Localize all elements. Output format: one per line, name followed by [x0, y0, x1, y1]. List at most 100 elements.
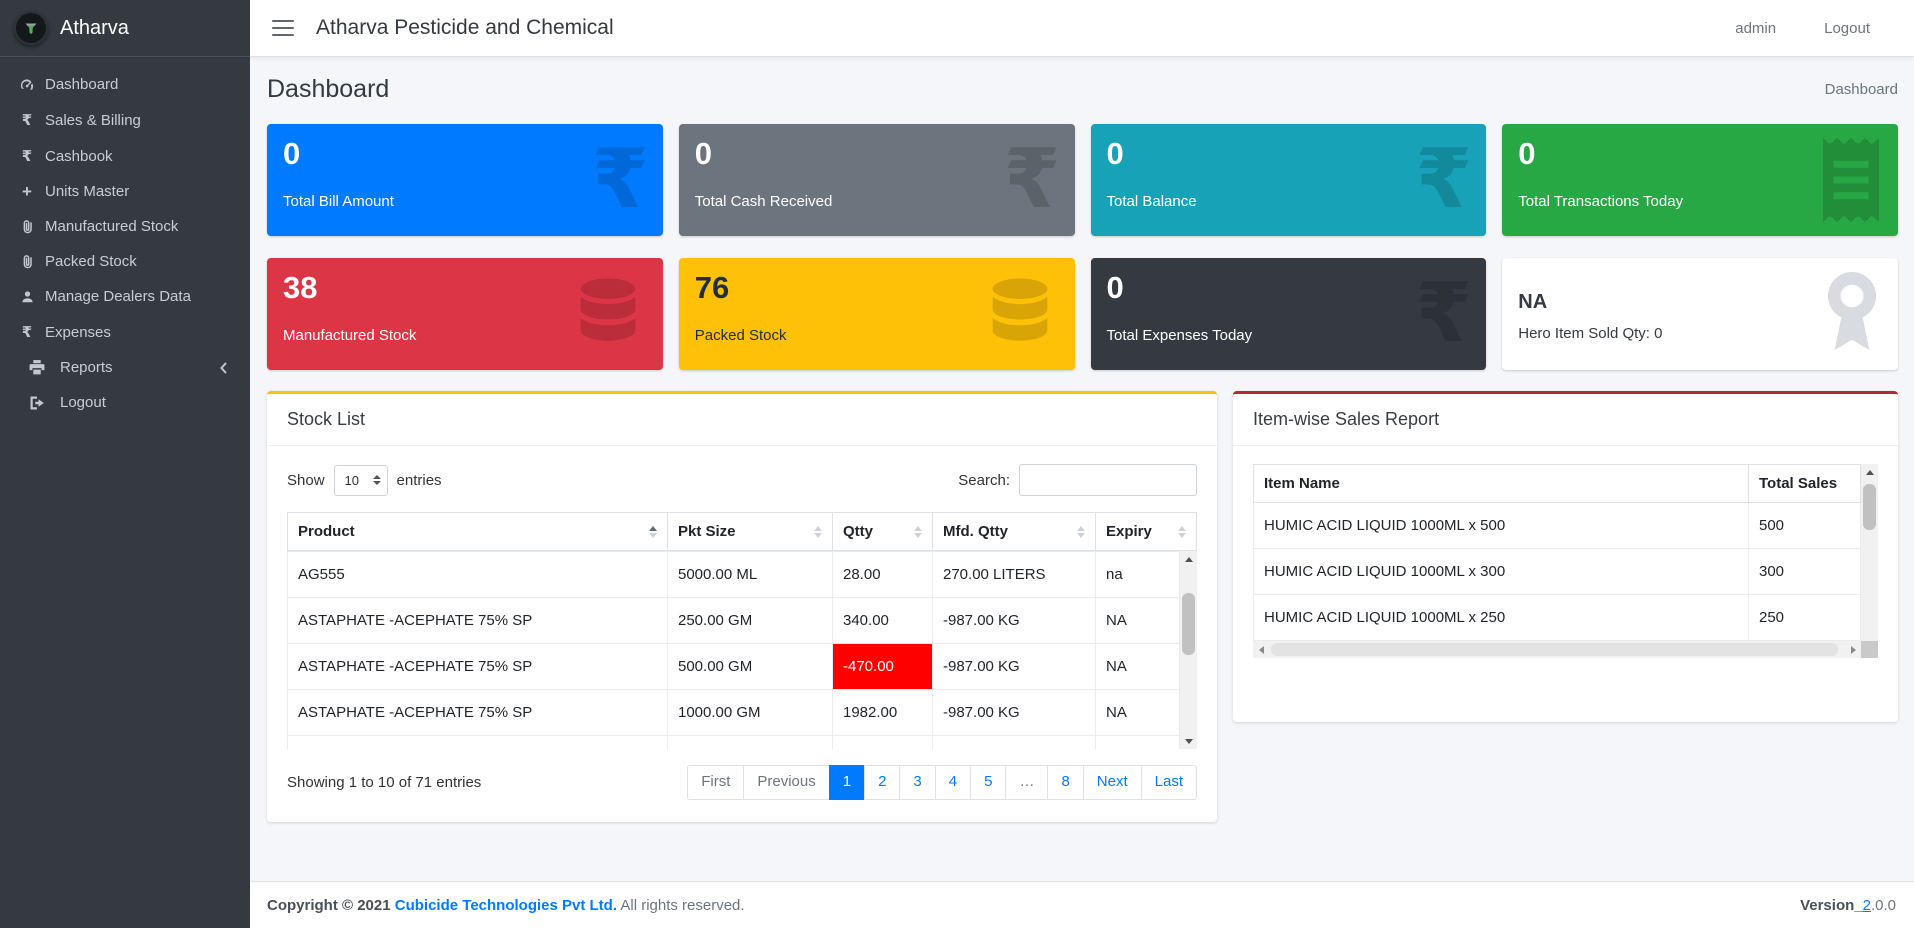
sales-table-scrollbar[interactable] — [1861, 464, 1878, 651]
content: Dashboard Dashboard 0 Total Bill Amount … — [250, 57, 1914, 881]
card-value: 76 — [695, 271, 1059, 305]
search-input[interactable] — [1019, 464, 1197, 496]
logout-link[interactable]: Logout — [1824, 20, 1870, 37]
page-5-button[interactable]: 5 — [970, 765, 1006, 800]
sidebar-item-packed-stock[interactable]: Packed Stock — [0, 244, 250, 279]
award-icon — [1820, 272, 1884, 356]
sort-icon — [1077, 526, 1085, 538]
card-total-cash-received: 0 Total Cash Received ₹ — [679, 124, 1075, 236]
scrollbar-thumb[interactable] — [1182, 593, 1195, 655]
page-1-button[interactable]: 1 — [829, 765, 865, 800]
page-size-select[interactable]: 10 — [334, 465, 388, 496]
card-total-transactions-today: 0 Total Transactions Today — [1502, 124, 1898, 236]
sort-icon — [814, 526, 822, 538]
cell-qtty-negative: -470.00 — [833, 644, 933, 690]
card-label: Total Expenses Today — [1107, 327, 1471, 344]
cell-product: ATM — [288, 736, 668, 750]
stock-table-body: AG555 5000.00 ML 28.00 270.00 LITERS na … — [287, 551, 1197, 749]
sidebar-item-manufactured-stock[interactable]: Manufactured Stock — [0, 209, 250, 244]
card-value: 0 — [1518, 137, 1882, 171]
page-last-button[interactable]: Last — [1141, 765, 1197, 800]
card-total-expenses-today: 0 Total Expenses Today ₹ — [1091, 258, 1487, 370]
version-link[interactable]: 2 — [1863, 897, 1871, 914]
card-value: 38 — [283, 271, 647, 305]
page-2-button[interactable]: 2 — [864, 765, 900, 800]
cell-expiry: NA — [1096, 644, 1180, 690]
scroll-down-icon[interactable] — [1180, 733, 1197, 749]
sidebar-item-expenses[interactable]: ₹ Expenses — [0, 314, 250, 350]
sales-table-area: Item Name Total Sales HUMIC ACID LIQUID … — [1253, 464, 1878, 658]
sort-icon — [914, 526, 922, 538]
table-row: AG555 5000.00 ML 28.00 270.00 LITERS na — [288, 552, 1180, 598]
user-menu-link[interactable]: admin — [1735, 20, 1776, 37]
sidebar-item-label: Units Master — [45, 183, 129, 200]
table-row: ASTAPHATE -ACEPHATE 75% SP 500.00 GM -47… — [288, 644, 1180, 690]
logout-icon — [26, 395, 48, 411]
entries-label: entries — [397, 472, 442, 489]
rights-text: All rights reserved. — [620, 897, 744, 914]
brand-link[interactable]: Atharva — [0, 0, 250, 57]
card-value: 0 — [695, 137, 1059, 171]
chevron-left-icon — [219, 362, 228, 374]
sidebar-item-logout[interactable]: Logout — [0, 385, 250, 420]
scroll-left-icon[interactable] — [1253, 641, 1269, 658]
page-4-button[interactable]: 4 — [935, 765, 971, 800]
sort-icon — [1178, 526, 1186, 538]
user-icon — [16, 290, 38, 304]
scroll-up-icon[interactable] — [1180, 551, 1197, 567]
page-previous-button[interactable]: Previous — [743, 765, 829, 800]
scrollbar-corner — [1861, 641, 1878, 658]
cell-pkt-size: 1000.00 GM — [668, 690, 833, 736]
app-window: Atharva Dashboard ₹ Sales & Billing ₹ Ca… — [0, 0, 1914, 928]
cell-expiry: na — [1096, 552, 1180, 598]
cell-mfd-qtty: -987.00 KG — [933, 644, 1096, 690]
page-3-button[interactable]: 3 — [899, 765, 935, 800]
scrollbar-thumb[interactable] — [1863, 484, 1876, 530]
sidebar-item-dashboard[interactable]: Dashboard — [0, 67, 250, 102]
sidebar-item-reports[interactable]: Reports — [0, 350, 250, 385]
hamburger-menu-icon[interactable] — [272, 20, 294, 36]
cell-pkt-size: 250.00 GM — [668, 598, 833, 644]
paperclip-icon — [16, 219, 38, 234]
column-header-product[interactable]: Product — [288, 513, 668, 551]
column-header-pkt-size[interactable]: Pkt Size — [668, 513, 833, 551]
cell-total-sales: 300 — [1749, 549, 1861, 595]
version-label: Version_ — [1800, 897, 1863, 914]
sidebar-item-cashbook[interactable]: ₹ Cashbook — [0, 138, 250, 174]
column-header-total-sales[interactable]: Total Sales — [1749, 465, 1861, 503]
cell-pkt-size: 5000.00 ML — [668, 552, 833, 598]
scroll-right-icon[interactable] — [1845, 641, 1861, 658]
sidebar-item-manage-dealers[interactable]: Manage Dealers Data — [0, 279, 250, 314]
page-8-button[interactable]: 8 — [1047, 765, 1083, 800]
cell-mfd-qtty: 500.00 LITERS — [933, 736, 1096, 750]
card-value: 0 — [1107, 137, 1471, 171]
cell-expiry: NA — [1096, 736, 1180, 750]
cell-item-name: HUMIC ACID LIQUID 1000ML x 250 — [1254, 595, 1749, 641]
scrollbar-thumb[interactable] — [1271, 643, 1838, 656]
sales-report-title: Item-wise Sales Report — [1233, 394, 1898, 446]
column-header-qtty[interactable]: Qtty — [833, 513, 933, 551]
sales-horizontal-scrollbar[interactable] — [1253, 641, 1878, 658]
company-link[interactable]: Cubicide Technologies Pvt Ltd. — [395, 897, 617, 914]
sidebar-item-sales-billing[interactable]: ₹ Sales & Billing — [0, 102, 250, 138]
card-total-balance: 0 Total Balance ₹ — [1091, 124, 1487, 236]
column-header-expiry[interactable]: Expiry — [1096, 513, 1197, 551]
sidebar-item-label: Reports — [60, 359, 113, 376]
page-next-button[interactable]: Next — [1083, 765, 1142, 800]
cell-product: ASTAPHATE -ACEPHATE 75% SP — [288, 690, 668, 736]
scroll-up-icon[interactable] — [1861, 464, 1878, 480]
page-first-button[interactable]: First — [687, 765, 744, 800]
sidebar-item-units-master[interactable]: + Units Master — [0, 174, 250, 209]
cell-mfd-qtty: -987.00 KG — [933, 598, 1096, 644]
cell-total-sales: 500 — [1749, 503, 1861, 549]
card-label: Total Transactions Today — [1518, 193, 1882, 210]
atharva-logo-icon — [14, 11, 48, 45]
stock-table-scrollbar[interactable] — [1180, 551, 1197, 749]
sidebar-item-label: Dashboard — [45, 76, 118, 93]
column-header-mfd-qtty[interactable]: Mfd. Qtty — [933, 513, 1096, 551]
cell-mfd-qtty: 270.00 LITERS — [933, 552, 1096, 598]
column-header-item-name[interactable]: Item Name — [1254, 465, 1749, 503]
cell-qtty: 500.00 — [833, 736, 933, 750]
show-label: Show — [287, 472, 325, 489]
card-total-bill-amount: 0 Total Bill Amount ₹ — [267, 124, 663, 236]
